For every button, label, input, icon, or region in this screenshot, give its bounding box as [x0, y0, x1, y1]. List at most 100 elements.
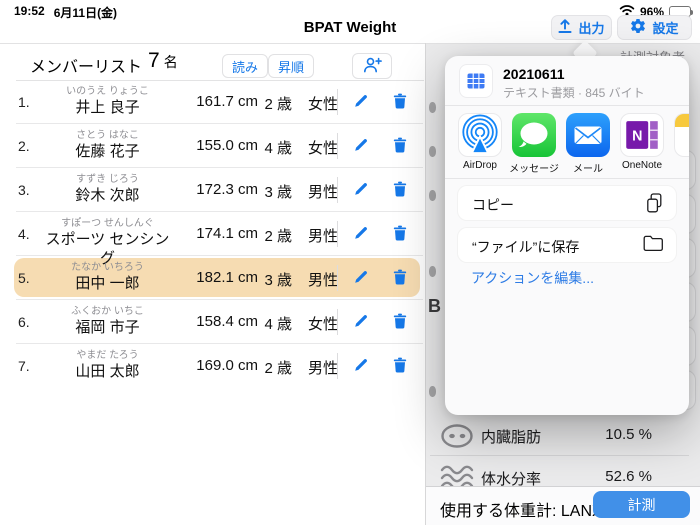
- edit-member-button[interactable]: [347, 132, 375, 160]
- mail-icon[interactable]: [566, 113, 610, 157]
- underlay-icon-hint: [429, 146, 436, 157]
- underlay-icon-hint: [429, 102, 436, 113]
- pencil-icon: [353, 357, 369, 376]
- delete-member-button[interactable]: [386, 88, 414, 116]
- metric-value: 10.5 %: [578, 426, 652, 443]
- row-number: 1.: [18, 94, 30, 110]
- delete-member-button[interactable]: [386, 220, 414, 248]
- pencil-icon: [353, 313, 369, 332]
- trash-icon: [393, 225, 407, 244]
- table-row[interactable]: 7. やまだ たろう 山田 太郎 169.0 cm 2 歳 男性: [0, 344, 425, 388]
- row-divider-vertical: [337, 309, 338, 335]
- table-row[interactable]: 5. たなか いちろう 田中 一郎 182.1 cm 3 歳 男性: [0, 256, 425, 300]
- save-to-files-action[interactable]: “ファイル”に保存: [457, 227, 677, 263]
- export-button[interactable]: 出力: [551, 15, 612, 40]
- messages-icon[interactable]: [512, 113, 556, 157]
- member-height: 158.4 cm: [183, 313, 258, 330]
- member-height: 174.1 cm: [183, 225, 258, 242]
- row-divider-vertical: [337, 353, 338, 379]
- upload-icon: [558, 19, 572, 37]
- table-row[interactable]: 1. いのうえ りょうこ 井上 良子 161.7 cm 2 歳 女性: [0, 80, 425, 124]
- gear-icon: [630, 18, 646, 37]
- app-label-messages: メッセージ: [504, 160, 564, 175]
- metric-row-visceral-fat: 内臓脂肪 10.5 %: [425, 414, 695, 456]
- metric-label: 内臓脂肪: [481, 426, 541, 447]
- settings-label: 設定: [652, 18, 678, 37]
- delete-member-button[interactable]: [386, 308, 414, 336]
- table-row[interactable]: 3. すずき じろう 鈴木 次郎 172.3 cm 3 歳 男性: [0, 168, 425, 212]
- member-age: 4 歳: [262, 313, 292, 334]
- edit-actions-link[interactable]: アクションを編集...: [471, 268, 594, 288]
- edit-member-button[interactable]: [347, 220, 375, 248]
- edit-member-button[interactable]: [347, 264, 375, 292]
- pencil-icon: [353, 137, 369, 156]
- row-number: 4.: [18, 226, 30, 242]
- underlay-icon-hint: [429, 266, 436, 277]
- member-age: 2 歳: [262, 357, 292, 378]
- member-height: 169.0 cm: [183, 357, 258, 374]
- reading-toggle-button[interactable]: 読み: [222, 54, 268, 78]
- member-age: 4 歳: [262, 137, 292, 158]
- member-name: 佐藤 花子: [40, 142, 175, 161]
- row-divider-vertical: [337, 265, 338, 291]
- pencil-icon: [353, 225, 369, 244]
- svg-text:N: N: [632, 129, 642, 145]
- member-count-number: 7: [148, 49, 160, 72]
- table-row[interactable]: 2. さとう はなこ 佐藤 花子 155.0 cm 4 歳 女性: [0, 124, 425, 168]
- share-sheet-popover: 20210611 テキスト書類 · 845 バイト: [445, 56, 689, 415]
- copy-action-label: コピー: [472, 195, 514, 215]
- member-name: 井上 良子: [40, 98, 175, 117]
- delete-member-button[interactable]: [386, 264, 414, 292]
- delete-member-button[interactable]: [386, 352, 414, 380]
- measure-button[interactable]: 計測: [593, 491, 690, 518]
- table-row[interactable]: 6. ふくおか いちこ 福岡 市子 158.4 cm 4 歳 女性: [0, 300, 425, 344]
- member-age: 2 歳: [262, 225, 292, 246]
- trash-icon: [393, 181, 407, 200]
- member-gender: 女性: [306, 313, 340, 334]
- sort-ascending-button[interactable]: 昇順: [268, 54, 314, 78]
- trash-icon: [393, 137, 407, 156]
- member-gender: 女性: [306, 137, 340, 158]
- member-age: 2 歳: [262, 93, 292, 114]
- settings-button[interactable]: 設定: [617, 15, 692, 40]
- row-number: 6.: [18, 314, 30, 330]
- member-furigana: たなか いちろう: [40, 261, 175, 274]
- member-name-block: いのうえ りょうこ 井上 良子: [40, 85, 175, 117]
- member-gender: 女性: [306, 93, 340, 114]
- share-file-subtitle: テキスト書類 · 845 バイト: [503, 84, 645, 101]
- member-furigana: やまだ たろう: [40, 349, 175, 362]
- row-divider-vertical: [337, 177, 338, 203]
- member-age: 3 歳: [262, 269, 292, 290]
- edit-member-button[interactable]: [347, 352, 375, 380]
- visceral-fat-icon: [439, 422, 475, 455]
- notes-icon[interactable]: [674, 113, 689, 157]
- table-row[interactable]: 4. すぽーつ せんしんぐ スポーツ センシング 174.1 cm 2 歳 男性: [0, 212, 425, 256]
- delete-member-button[interactable]: [386, 132, 414, 160]
- delete-member-button[interactable]: [386, 176, 414, 204]
- member-name: 山田 太郎: [40, 362, 175, 381]
- member-count: 7名: [148, 49, 178, 73]
- trash-icon: [393, 357, 407, 376]
- member-name: 鈴木 次郎: [40, 186, 175, 205]
- edit-member-button[interactable]: [347, 88, 375, 116]
- airdrop-icon[interactable]: [458, 113, 502, 157]
- member-name-block: やまだ たろう 山田 太郎: [40, 349, 175, 381]
- member-gender: 男性: [306, 357, 340, 378]
- app-label-airdrop: AirDrop: [450, 160, 510, 171]
- copy-action[interactable]: コピー: [457, 185, 677, 221]
- add-member-button[interactable]: [352, 53, 392, 79]
- save-to-files-label: “ファイル”に保存: [472, 237, 579, 257]
- member-name: 福岡 市子: [40, 318, 175, 337]
- member-name-block: ふくおか いちこ 福岡 市子: [40, 305, 175, 337]
- row-number: 5.: [18, 270, 30, 286]
- onenote-icon[interactable]: N: [620, 113, 664, 157]
- popover-divider: [445, 178, 689, 179]
- trash-icon: [393, 269, 407, 288]
- row-number: 3.: [18, 182, 30, 198]
- member-gender: 男性: [306, 225, 340, 246]
- trash-icon: [393, 313, 407, 332]
- edit-member-button[interactable]: [347, 308, 375, 336]
- edit-member-button[interactable]: [347, 176, 375, 204]
- member-gender: 男性: [306, 269, 340, 290]
- member-name-block: たなか いちろう 田中 一郎: [40, 261, 175, 293]
